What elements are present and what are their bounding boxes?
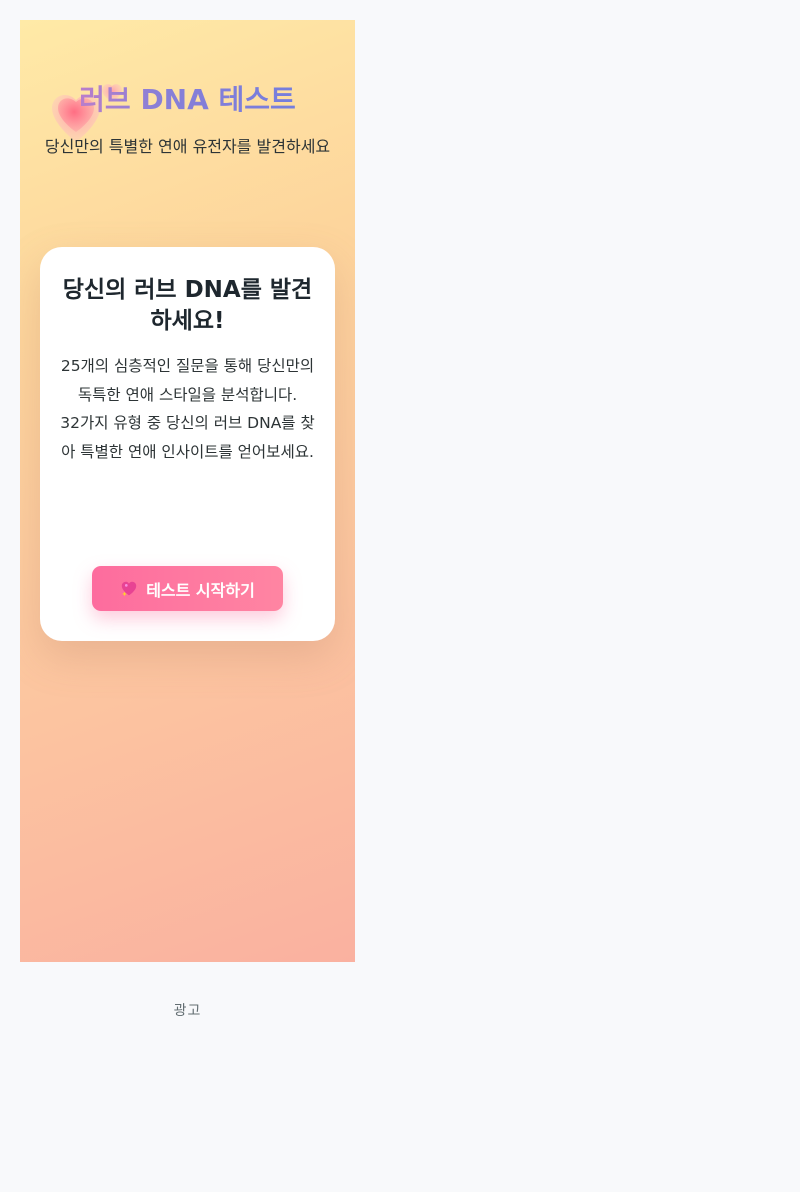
sparkling-heart-icon: [121, 581, 137, 596]
intro-card: 당신의 러브 DNA를 발견하세요! 25개의 심층적인 질문을 통해 당신만의…: [40, 247, 335, 641]
ad-label: 광고: [173, 1003, 202, 1019]
intro-card-title: 당신의 러브 DNA를 발견하세요!: [62, 277, 313, 334]
start-test-button[interactable]: 테스트 시작하기: [92, 566, 283, 611]
intro-card-description: 25개의 심층적인 질문을 통해 당신만의 독특한 연애 스타일을 분석합니다.…: [60, 357, 315, 461]
app-subtitle: 당신만의 특별한 연애 유전자를 발견하세요: [44, 137, 331, 156]
main-screen: 러브 DNA 테스트 당신만의 특별한 연애 유전자를 발견하세요 당신의 러브…: [20, 20, 355, 962]
app-title: 러브 DNA 테스트: [20, 80, 355, 120]
start-test-button-label: 테스트 시작하기: [146, 580, 255, 600]
